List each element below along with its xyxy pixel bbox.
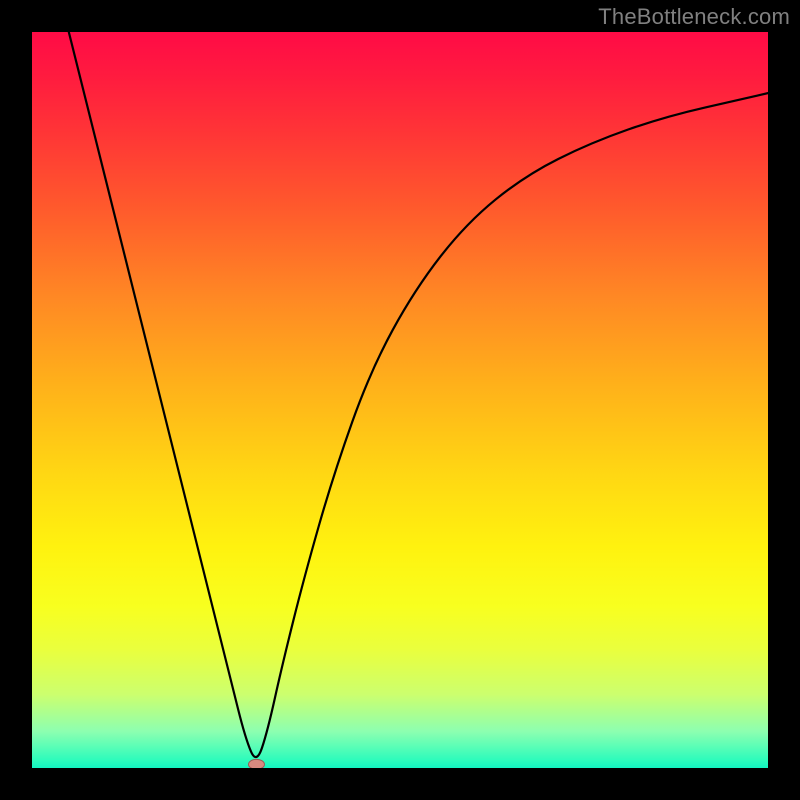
plot-svg (32, 32, 768, 768)
chart-frame: TheBottleneck.com (0, 0, 800, 800)
bottleneck-curve (69, 32, 768, 757)
minimum-marker (248, 759, 264, 768)
plot-area (32, 32, 768, 768)
watermark-text: TheBottleneck.com (598, 4, 790, 30)
